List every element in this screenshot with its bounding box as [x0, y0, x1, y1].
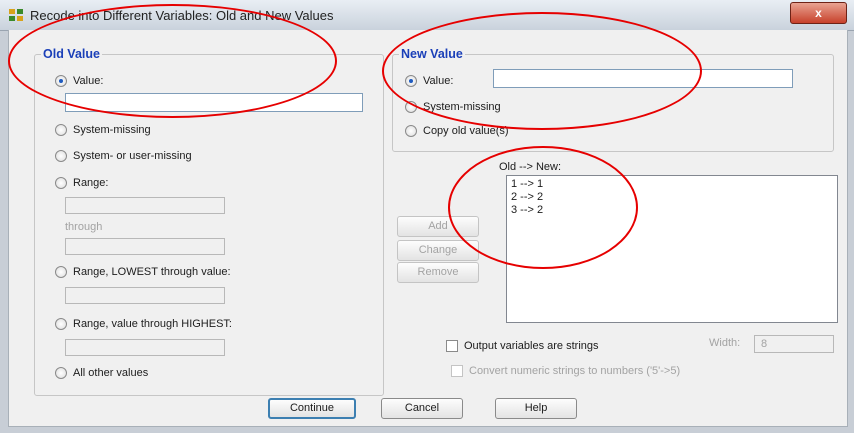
- copy-old-values-label: Copy old value(s): [423, 125, 509, 137]
- radio-icon: [55, 124, 67, 136]
- add-button[interactable]: Add: [397, 216, 479, 237]
- all-other-values-radio[interactable]: All other values: [55, 367, 148, 379]
- list-item[interactable]: 2 --> 2: [511, 191, 833, 204]
- new-system-missing-radio[interactable]: System-missing: [405, 101, 501, 113]
- convert-numeric-checkbox[interactable]: Convert numeric strings to numbers ('5'-…: [451, 365, 680, 377]
- radio-icon: [55, 177, 67, 189]
- width-input[interactable]: 8: [754, 335, 834, 353]
- old-system-missing-label: System-missing: [73, 124, 151, 136]
- continue-button[interactable]: Continue: [268, 398, 356, 419]
- old-value-label: Value:: [73, 75, 104, 87]
- radio-icon: [55, 367, 67, 379]
- close-button[interactable]: x: [790, 2, 847, 24]
- title-bar: Recode into Different Variables: Old and…: [0, 0, 854, 31]
- change-button[interactable]: Change: [397, 240, 479, 261]
- old-system-user-missing-label: System- or user-missing: [73, 150, 192, 162]
- old-value-legend: Old Value: [41, 47, 102, 61]
- radio-icon: [55, 266, 67, 278]
- range-highest-label: Range, value through HIGHEST:: [73, 318, 232, 330]
- radio-selected-icon: [55, 75, 67, 87]
- checkbox-icon: [451, 365, 463, 377]
- through-label: through: [65, 221, 103, 233]
- range-lowest-input[interactable]: [65, 287, 225, 304]
- width-label: Width:: [709, 337, 741, 349]
- new-value-label: Value:: [423, 75, 454, 87]
- old-value-input[interactable]: [65, 93, 363, 112]
- all-other-values-label: All other values: [73, 367, 149, 379]
- dialog-body: Old Value Value: System-missing System- …: [8, 30, 848, 427]
- new-system-missing-label: System-missing: [423, 101, 501, 113]
- new-value-legend: New Value: [399, 47, 465, 61]
- old-range-radio[interactable]: Range:: [55, 177, 108, 189]
- radio-icon: [55, 150, 67, 162]
- radio-selected-icon: [405, 75, 417, 87]
- old-range-label: Range:: [73, 177, 109, 189]
- remove-button[interactable]: Remove: [397, 262, 479, 283]
- new-value-input[interactable]: [493, 69, 793, 88]
- mapping-list-header: Old --> New:: [499, 161, 562, 173]
- window-title: Recode into Different Variables: Old and…: [30, 8, 334, 23]
- list-item[interactable]: 3 --> 2: [511, 204, 833, 217]
- range-lowest-radio[interactable]: Range, LOWEST through value:: [55, 266, 231, 278]
- checkbox-icon: [446, 340, 458, 352]
- range-highest-radio[interactable]: Range, value through HIGHEST:: [55, 318, 232, 330]
- range-from-input[interactable]: [65, 197, 225, 214]
- output-strings-label: Output variables are strings: [464, 340, 599, 352]
- range-to-input[interactable]: [65, 238, 225, 255]
- radio-icon: [405, 125, 417, 137]
- new-value-radio[interactable]: Value:: [405, 75, 453, 87]
- radio-icon: [405, 101, 417, 113]
- old-value-group: Old Value Value: System-missing System- …: [34, 47, 384, 396]
- recode-app-icon: [9, 9, 23, 21]
- copy-old-values-radio[interactable]: Copy old value(s): [405, 125, 509, 137]
- width-value: 8: [761, 338, 768, 350]
- range-highest-input[interactable]: [65, 339, 225, 356]
- mapping-list[interactable]: 1 --> 1 2 --> 2 3 --> 2: [506, 175, 838, 323]
- cancel-button[interactable]: Cancel: [381, 398, 463, 419]
- old-value-radio[interactable]: Value:: [55, 75, 103, 87]
- list-item[interactable]: 1 --> 1: [511, 178, 833, 191]
- output-strings-checkbox[interactable]: Output variables are strings: [446, 340, 599, 352]
- help-button[interactable]: Help: [495, 398, 577, 419]
- radio-icon: [55, 318, 67, 330]
- range-lowest-label: Range, LOWEST through value:: [73, 266, 231, 278]
- old-system-missing-radio[interactable]: System-missing: [55, 124, 151, 136]
- old-system-user-missing-radio[interactable]: System- or user-missing: [55, 150, 192, 162]
- convert-numeric-label: Convert numeric strings to numbers ('5'-…: [469, 365, 681, 377]
- new-value-group: New Value Value: System-missing Copy old…: [392, 47, 834, 152]
